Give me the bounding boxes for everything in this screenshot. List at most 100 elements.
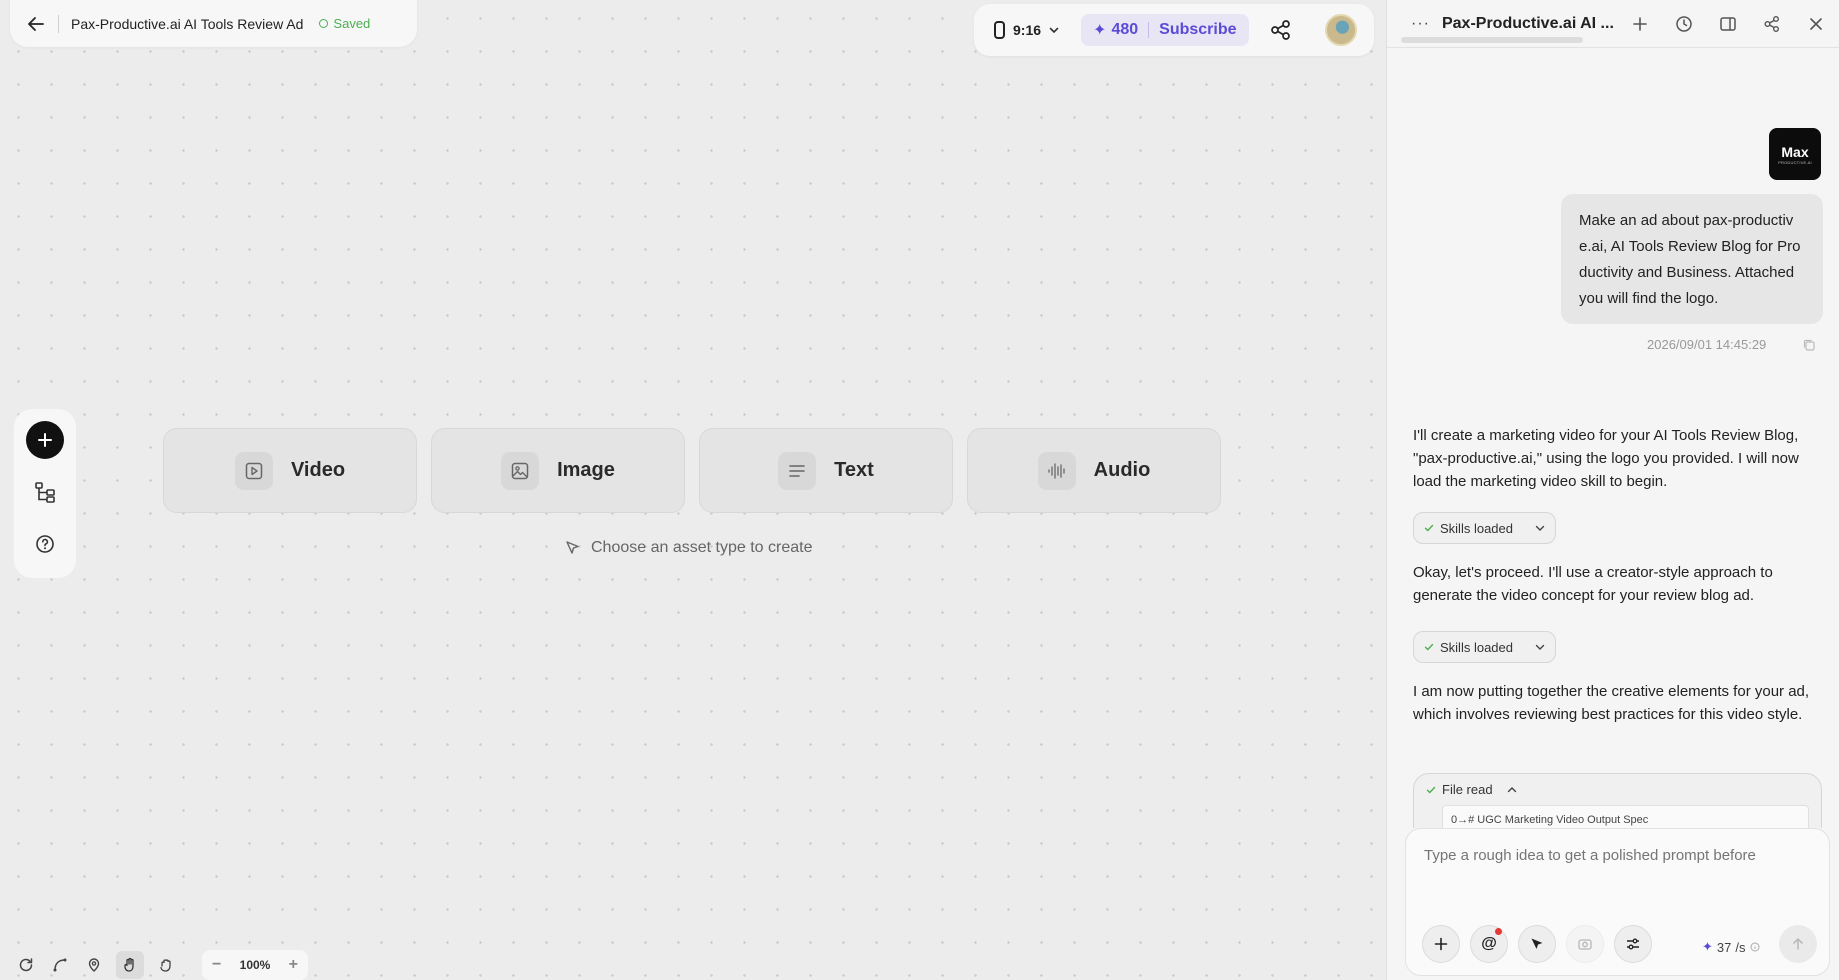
skills-loaded-label: Skills loaded [1440,520,1513,536]
asset-label-video: Video [290,459,346,481]
sidebar-layout-icon [1720,16,1736,31]
document-title[interactable]: Pax-Productive.ai AI Tools Review Ad [71,16,303,32]
layers-tree-button[interactable] [26,473,64,511]
text-lines-icon [778,451,817,490]
asset-label-text: Text [834,459,874,481]
mention-button[interactable]: @ [1470,925,1508,963]
curve-tool-button[interactable] [48,953,72,977]
check-icon [1424,524,1434,532]
tab-scroll-indicator [1401,37,1583,43]
chat-title[interactable]: Pax-Productive.ai AI ... [1442,15,1622,33]
credit-cost: ✦ 37 /s [1702,939,1760,955]
aspect-ratio-value: 9:16 [1013,22,1042,38]
phone-portrait-icon [994,21,1005,39]
share-icon [1270,20,1290,40]
help-circle-icon [36,535,54,553]
copy-icon[interactable] [1802,338,1816,352]
refresh-button[interactable] [14,953,38,977]
create-hint-text: Choose an asset type to create [591,539,813,556]
close-icon [1810,17,1822,30]
select-hand-button[interactable] [116,951,144,979]
hand-icon [160,959,171,972]
at-sign-icon: @ [1481,935,1497,952]
panel-header-actions [1629,13,1827,35]
share-button[interactable] [1267,16,1295,44]
asset-label-audio: Audio [1093,459,1151,481]
attached-logo-thumbnail[interactable]: Max PRODUCTIVE.AI [1769,128,1821,180]
camera-button[interactable] [1566,925,1604,963]
help-button[interactable] [26,525,64,563]
plus-icon [38,433,52,447]
chevron-down-icon [1049,27,1059,34]
subscribe-button[interactable]: Subscribe [1159,21,1236,39]
share-icon [1764,15,1779,32]
new-chat-button[interactable] [1629,13,1651,35]
more-options-icon[interactable]: ··· [1411,15,1430,33]
plus-icon [1434,937,1448,951]
asset-type-row: Video Image Text Audio [163,428,1221,513]
bottom-toolbar: − 100% + [14,950,308,980]
assistant-message: I am now putting together the creative e… [1413,683,1810,723]
layout-toggle-button[interactable] [1717,13,1739,35]
skills-loaded-chip[interactable]: Skills loaded [1413,512,1556,544]
document-topbar: Pax-Productive.ai AI Tools Review Ad Sav… [10,0,417,47]
zoom-level[interactable]: 100% [240,958,271,972]
file-read-block[interactable]: File read 0→# UGC Marketing Video Output… [1413,773,1822,828]
history-button[interactable] [1673,13,1695,35]
credits-group: ✦ 480 Subscribe [1081,14,1249,46]
asset-card-audio[interactable]: Audio [967,428,1221,513]
image-icon [501,451,540,490]
logo-text: Max [1781,143,1809,160]
add-button[interactable] [26,421,64,459]
cursor-pointer-icon [566,541,579,554]
close-panel-button[interactable] [1805,13,1827,35]
pan-hand-button[interactable] [154,953,178,977]
left-toolbar [14,409,76,578]
message-composer: @ ✦ 37 /s [1405,828,1830,976]
send-button[interactable] [1779,925,1817,963]
assistant-message: Okay, let's proceed. I'll use a creator-… [1413,564,1773,604]
check-icon [1426,786,1436,794]
audio-wave-icon [1037,451,1076,490]
saved-status: Saved [319,16,370,31]
back-button[interactable] [24,12,48,36]
refresh-icon [19,958,33,972]
panel-share-button[interactable] [1761,13,1783,35]
arrow-up-icon [1793,938,1803,950]
file-read-preview: 0→# UGC Marketing Video Output Spec [1442,805,1809,828]
skills-loaded-label: Skills loaded [1440,639,1513,655]
divider [58,14,59,33]
info-icon[interactable] [1750,942,1760,952]
tree-structure-icon [35,482,55,503]
attach-button[interactable] [1422,925,1460,963]
aspect-ratio-select[interactable]: 9:16 [994,21,1059,39]
zoom-in-button[interactable]: + [289,956,298,974]
asset-card-image[interactable]: Image [431,428,685,513]
skills-loaded-chip[interactable]: Skills loaded [1413,631,1556,663]
settings-sliders-button[interactable] [1614,925,1652,963]
asset-card-video[interactable]: Video [163,428,417,513]
saved-label: Saved [333,16,371,31]
chat-thread[interactable]: Max PRODUCTIVE.AI Make an ad about pax-p… [1387,48,1839,828]
check-icon [1424,643,1434,651]
video-play-icon [234,451,273,490]
sparkle-icon: ✦ [1093,22,1107,39]
cursor-arrow-icon [1531,938,1543,949]
chat-panel-header: ··· Pax-Productive.ai AI ... [1387,0,1839,48]
credits-value: 480 [1111,21,1139,38]
zoom-out-button[interactable]: − [212,956,221,974]
cost-value: 37 [1716,939,1732,955]
cost-unit: /s [1735,939,1746,955]
hand-pointer-icon [124,957,134,972]
message-timestamp: 2026/09/01 14:45:29 [1647,337,1767,352]
chevron-down-icon [1535,525,1545,531]
user-avatar[interactable] [1324,14,1357,46]
credits-balance[interactable]: ✦ 480 [1093,20,1138,40]
prompt-input[interactable] [1424,847,1814,864]
camera-icon [1578,939,1592,950]
file-read-header[interactable]: File read [1426,782,1809,797]
arrow-left-icon [28,16,44,31]
asset-card-text[interactable]: Text [699,428,953,513]
agent-mode-button[interactable] [1518,925,1556,963]
location-tool-button[interactable] [82,953,106,977]
